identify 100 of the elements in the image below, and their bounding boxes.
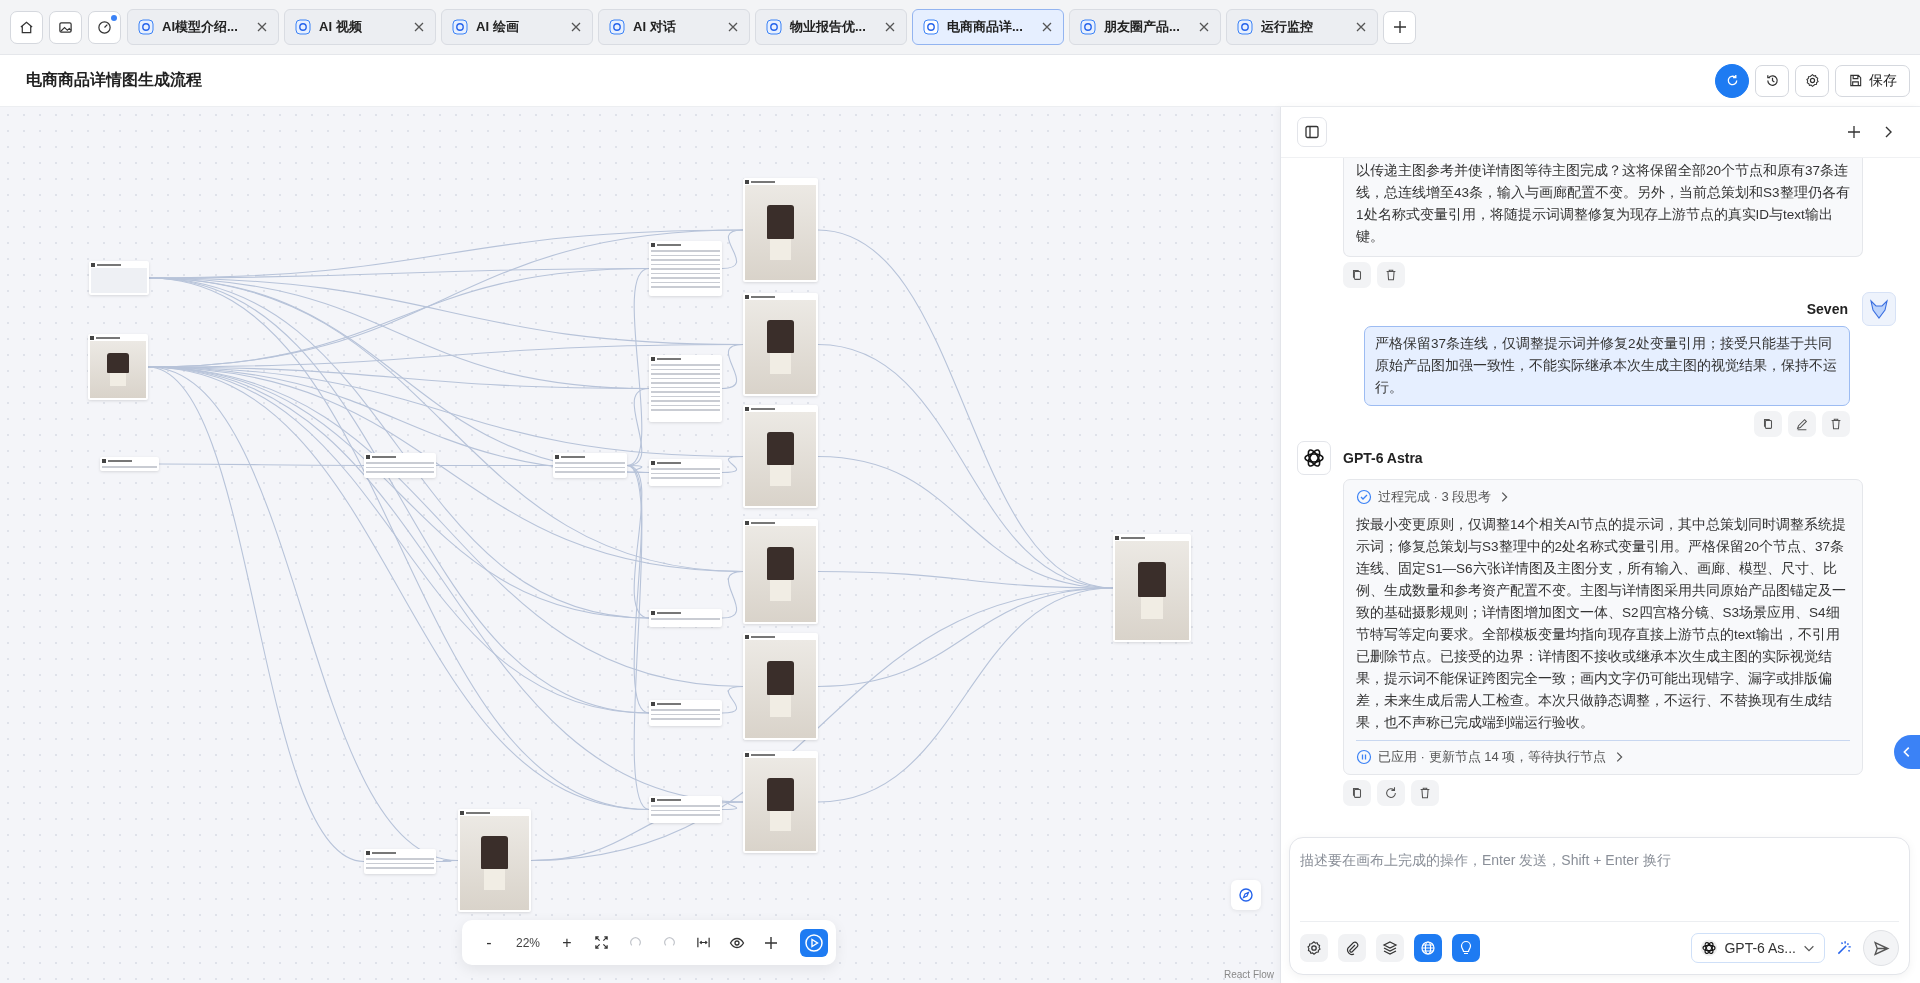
lightbulb-button[interactable]	[1452, 934, 1480, 962]
tab-label: AI模型介绍...	[162, 18, 239, 36]
workflow-node[interactable]	[364, 849, 436, 874]
delete-button[interactable]	[1377, 262, 1405, 288]
user-message: 严格保留37条连线，仅调整提示词并修复2处变量引用；接受只能基于共同原始产品图加强一致性，不能实际继承本次生成主图的视觉结果，保持不运行。	[1364, 326, 1850, 406]
settings-button[interactable]	[1300, 934, 1328, 962]
paperclip-icon	[1344, 940, 1360, 956]
workflow-node[interactable]	[88, 334, 148, 400]
add-tab-button[interactable]	[1383, 10, 1416, 44]
history-button[interactable]	[1755, 64, 1789, 97]
gallery-button[interactable]	[49, 10, 82, 44]
thinking-summary-link[interactable]: 过程完成 · 3 段思考	[1356, 488, 1850, 506]
tab[interactable]: AI 对话	[598, 9, 750, 45]
compass-icon	[1238, 887, 1254, 903]
page-title: 电商商品详情图生成流程	[26, 70, 202, 90]
apply-status-link[interactable]: 已应用 · 更新节点 14 项，等待执行节点	[1356, 740, 1850, 766]
sidebar-toggle-button[interactable]	[1297, 117, 1327, 147]
trash-icon	[1829, 417, 1843, 431]
collapse-button[interactable]	[1894, 735, 1920, 769]
globe-button[interactable]	[1414, 934, 1442, 962]
close-icon[interactable]	[884, 21, 896, 33]
workflow-node[interactable]	[364, 453, 436, 478]
attach-button[interactable]	[1338, 934, 1366, 962]
app-icon	[295, 19, 311, 35]
message-input[interactable]: 描述要在画布上完成的操作，Enter 发送，Shift + Enter 换行	[1300, 846, 1899, 921]
copy-button[interactable]	[1343, 780, 1371, 806]
run-button[interactable]	[800, 928, 829, 957]
avatar-icon	[1862, 292, 1896, 326]
magic-wand-icon[interactable]	[1835, 939, 1853, 957]
workflow-node[interactable]	[649, 700, 722, 726]
copy-button[interactable]	[1343, 262, 1371, 288]
author-name: GPT-6 Astra	[1343, 450, 1423, 466]
workflow-node[interactable]	[649, 241, 722, 296]
app-icon	[923, 19, 939, 35]
refresh-icon	[1384, 786, 1398, 800]
tab[interactable]: 物业报告优...	[755, 9, 907, 45]
close-icon[interactable]	[1198, 21, 1210, 33]
tab[interactable]: 电商商品详...	[912, 9, 1064, 45]
close-icon[interactable]	[1041, 21, 1053, 33]
compass-button[interactable]	[1231, 880, 1261, 910]
zoom-in-button[interactable]: +	[552, 927, 583, 958]
message-composer[interactable]: 描述要在画布上完成的操作，Enter 发送，Shift + Enter 换行 GPT-6 As...	[1289, 837, 1910, 975]
tab[interactable]: AI 绘画	[441, 9, 593, 45]
close-icon[interactable]	[413, 21, 425, 33]
layers-button[interactable]	[1376, 934, 1404, 962]
tab-label: AI 对话	[633, 18, 677, 36]
close-icon[interactable]	[727, 21, 739, 33]
workflow-node[interactable]	[649, 609, 722, 627]
tab[interactable]: 运行监控	[1226, 9, 1378, 45]
pause-circle-icon	[1356, 749, 1372, 765]
tab-label: 运行监控	[1261, 18, 1314, 36]
workflow-node[interactable]	[649, 796, 722, 823]
copy-icon	[1350, 786, 1364, 800]
dashboard-button[interactable]	[88, 10, 121, 44]
tab-label: AI 绘画	[476, 18, 520, 36]
width-arrows-icon	[695, 935, 711, 950]
close-icon[interactable]	[1355, 21, 1367, 33]
regenerate-button[interactable]	[1377, 780, 1405, 806]
tab[interactable]: AI 视频	[284, 9, 436, 45]
app-icon	[1080, 19, 1096, 35]
author-name: Seven	[1806, 301, 1848, 317]
workflow-node[interactable]	[649, 459, 722, 486]
workflow-node[interactable]	[100, 457, 159, 471]
send-button[interactable]	[1863, 930, 1899, 966]
zoom-out-button[interactable]: -	[474, 927, 504, 958]
refresh-button[interactable]	[1715, 63, 1749, 98]
app-icon	[766, 19, 782, 35]
save-button[interactable]: 保存	[1835, 64, 1910, 97]
delete-button[interactable]	[1822, 411, 1850, 437]
home-button[interactable]	[10, 10, 43, 44]
workflow-node[interactable]	[89, 261, 149, 295]
workflow-node[interactable]	[649, 355, 722, 422]
tab[interactable]: AI模型介绍...	[127, 9, 279, 45]
copy-button[interactable]	[1754, 411, 1782, 437]
history-icon	[1764, 73, 1780, 88]
image-icon	[58, 19, 73, 35]
app-icon	[1237, 19, 1253, 35]
attribution-text: React Flow	[1224, 969, 1274, 980]
photo-placeholder	[90, 341, 146, 398]
plus-icon	[763, 934, 780, 951]
delete-button[interactable]	[1411, 780, 1439, 806]
settings-icon	[1306, 940, 1322, 956]
send-icon	[1872, 939, 1890, 957]
model-select[interactable]: GPT-6 As...	[1691, 933, 1825, 963]
trash-icon	[1384, 268, 1398, 282]
close-icon[interactable]	[256, 21, 268, 33]
assistant-logo-icon	[1297, 441, 1331, 475]
plus-icon[interactable]	[1846, 124, 1862, 140]
close-icon[interactable]	[570, 21, 582, 33]
copy-icon	[1761, 417, 1775, 431]
lightbulb-icon	[1458, 940, 1474, 956]
layers-icon	[1382, 940, 1398, 956]
workflow-node[interactable]	[553, 453, 627, 478]
tab[interactable]: 朋友圈产品...	[1069, 9, 1221, 45]
edit-button[interactable]	[1788, 411, 1816, 437]
assistant-message: 以传递主图参考并使详情图等待主图完成？这将保留全部20个节点和原有37条连线，总连线增至43条，输入与画廊配置不变。另外，当前总策划和S3整理仍各有1处名称式变量引用，将随提示词调整修复为现存上游节点的真实ID与text输出键。	[1356, 162, 1850, 246]
settings-button[interactable]	[1795, 64, 1829, 97]
tab-label: 物业报告优...	[790, 18, 867, 36]
trash-icon	[1418, 786, 1432, 800]
tab-label: 电商商品详...	[947, 18, 1024, 36]
